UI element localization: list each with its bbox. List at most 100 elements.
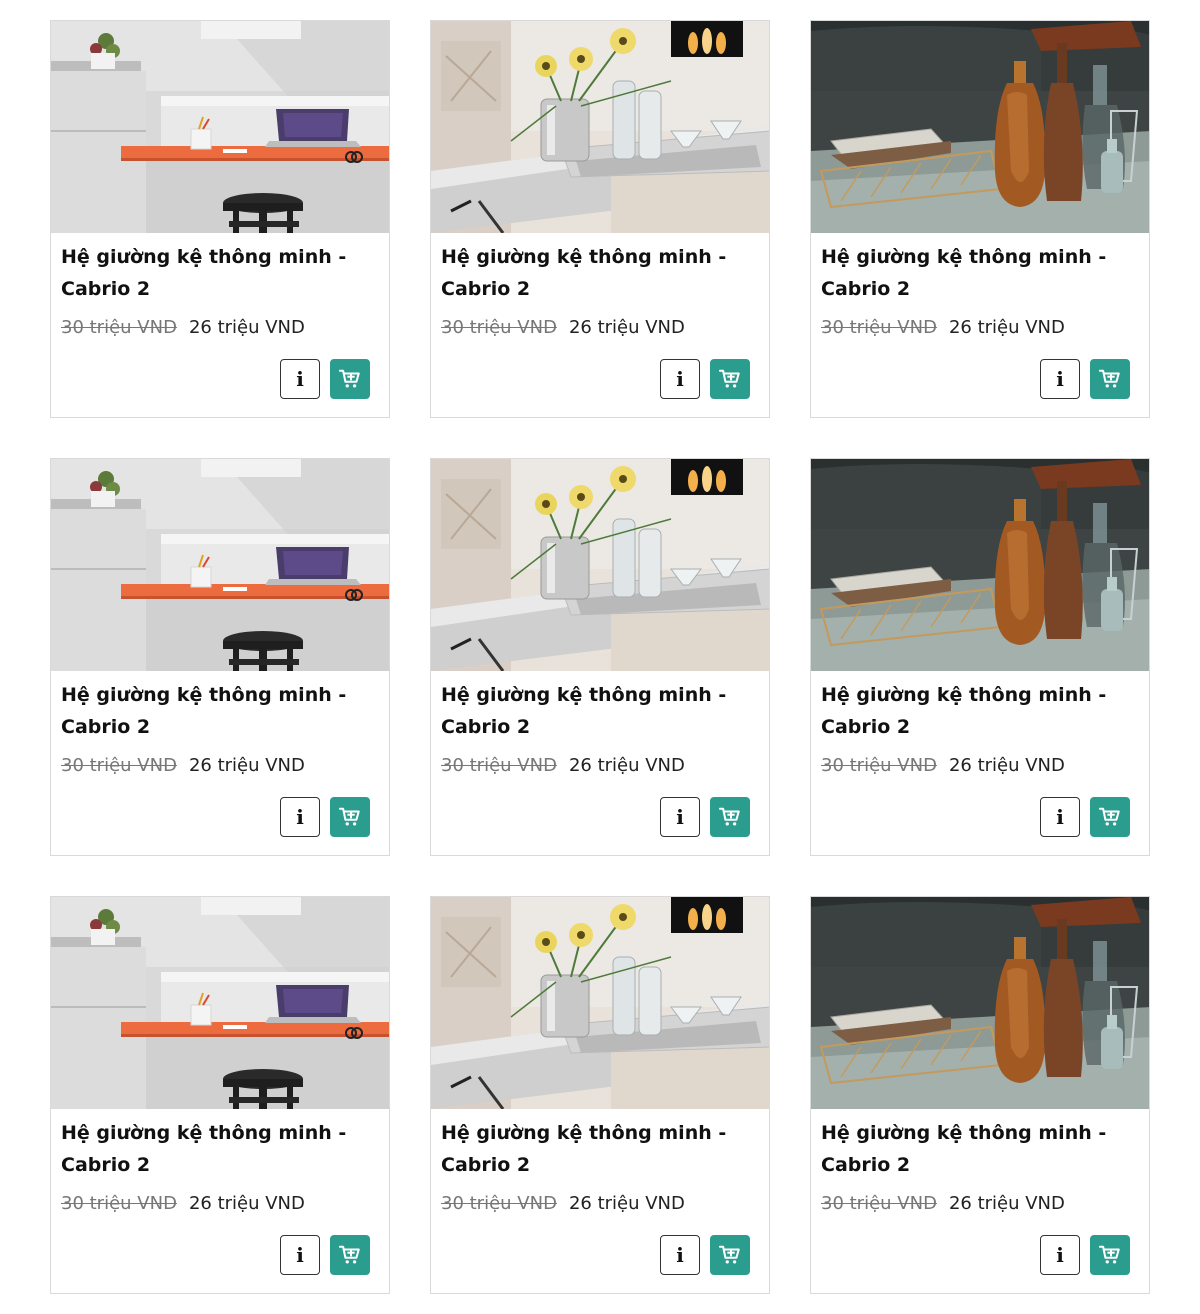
info-icon: i — [1056, 805, 1064, 829]
product-image — [431, 897, 769, 1109]
new-price: 26 triệu VND — [948, 1193, 1065, 1214]
product-title[interactable]: Hệ giường kệ thông minh - Cabrio 2 — [821, 241, 1121, 305]
product-image-frame[interactable] — [431, 21, 769, 233]
info-icon: i — [676, 367, 684, 391]
add-to-cart-icon — [339, 807, 360, 826]
add-to-cart-icon — [719, 369, 740, 388]
price-row: 30 triệu VND 26 triệu VND — [441, 752, 761, 780]
product-card[interactable]: Hệ giường kệ thông minh - Cabrio 2 30 tr… — [430, 896, 770, 1294]
product-image-frame[interactable] — [51, 897, 389, 1109]
product-image — [811, 897, 1149, 1109]
old-price: 30 triệu VND — [821, 317, 937, 338]
product-title[interactable]: Hệ giường kệ thông minh - Cabrio 2 — [61, 1117, 361, 1181]
info-icon: i — [296, 367, 304, 391]
info-icon: i — [1056, 1243, 1064, 1267]
price-row: 30 triệu VND 26 triệu VND — [441, 1190, 761, 1218]
product-image — [811, 21, 1149, 233]
old-price: 30 triệu VND — [441, 1193, 557, 1214]
product-image — [51, 21, 389, 233]
product-image-frame[interactable] — [811, 459, 1149, 671]
add-to-cart-icon — [1099, 369, 1120, 388]
price-row: 30 triệu VND 26 triệu VND — [61, 1190, 381, 1218]
product-title[interactable]: Hệ giường kệ thông minh - Cabrio 2 — [441, 241, 741, 305]
old-price: 30 triệu VND — [61, 755, 177, 776]
info-icon: i — [296, 1243, 304, 1267]
add-to-cart-button[interactable] — [1090, 359, 1130, 399]
product-card[interactable]: Hệ giường kệ thông minh - Cabrio 2 30 tr… — [810, 458, 1150, 856]
product-grid: Hệ giường kệ thông minh - Cabrio 2 30 tr… — [50, 20, 1150, 1294]
price-row: 30 triệu VND 26 triệu VND — [61, 752, 381, 780]
product-title[interactable]: Hệ giường kệ thông minh - Cabrio 2 — [61, 679, 361, 743]
product-title[interactable]: Hệ giường kệ thông minh - Cabrio 2 — [441, 1117, 741, 1181]
product-title[interactable]: Hệ giường kệ thông minh - Cabrio 2 — [61, 241, 361, 305]
new-price: 26 triệu VND — [188, 317, 305, 338]
product-card[interactable]: Hệ giường kệ thông minh - Cabrio 2 30 tr… — [810, 896, 1150, 1294]
product-title[interactable]: Hệ giường kệ thông minh - Cabrio 2 — [821, 679, 1121, 743]
product-image — [431, 21, 769, 233]
price-row: 30 triệu VND 26 triệu VND — [61, 314, 381, 342]
add-to-cart-button[interactable] — [1090, 1235, 1130, 1275]
new-price: 26 triệu VND — [948, 317, 1065, 338]
add-to-cart-button[interactable] — [330, 797, 370, 837]
old-price: 30 triệu VND — [441, 317, 557, 338]
new-price: 26 triệu VND — [188, 1193, 305, 1214]
product-image-frame[interactable] — [431, 897, 769, 1109]
info-button[interactable]: i — [660, 359, 700, 399]
add-to-cart-button[interactable] — [710, 1235, 750, 1275]
new-price: 26 triệu VND — [188, 755, 305, 776]
add-to-cart-icon — [339, 369, 360, 388]
new-price: 26 triệu VND — [948, 755, 1065, 776]
product-image — [811, 459, 1149, 671]
price-row: 30 triệu VND 26 triệu VND — [821, 752, 1141, 780]
product-image-frame[interactable] — [51, 459, 389, 671]
old-price: 30 triệu VND — [821, 755, 937, 776]
info-button[interactable]: i — [280, 797, 320, 837]
info-button[interactable]: i — [1040, 797, 1080, 837]
price-row: 30 triệu VND 26 triệu VND — [821, 1190, 1141, 1218]
new-price: 26 triệu VND — [568, 317, 685, 338]
add-to-cart-icon — [719, 1245, 740, 1264]
product-card[interactable]: Hệ giường kệ thông minh - Cabrio 2 30 tr… — [810, 20, 1150, 418]
product-title[interactable]: Hệ giường kệ thông minh - Cabrio 2 — [821, 1117, 1121, 1181]
product-image-frame[interactable] — [811, 21, 1149, 233]
product-image-frame[interactable] — [51, 21, 389, 233]
info-button[interactable]: i — [660, 797, 700, 837]
product-card[interactable]: Hệ giường kệ thông minh - Cabrio 2 30 tr… — [430, 20, 770, 418]
info-button[interactable]: i — [1040, 1235, 1080, 1275]
old-price: 30 triệu VND — [441, 755, 557, 776]
add-to-cart-icon — [1099, 807, 1120, 826]
info-icon: i — [1056, 367, 1064, 391]
product-image — [51, 897, 389, 1109]
info-icon: i — [296, 805, 304, 829]
old-price: 30 triệu VND — [821, 1193, 937, 1214]
info-button[interactable]: i — [280, 359, 320, 399]
product-image-frame[interactable] — [431, 459, 769, 671]
new-price: 26 triệu VND — [568, 755, 685, 776]
info-icon: i — [676, 1243, 684, 1267]
info-button[interactable]: i — [660, 1235, 700, 1275]
price-row: 30 triệu VND 26 triệu VND — [821, 314, 1141, 342]
info-button[interactable]: i — [280, 1235, 320, 1275]
info-icon: i — [676, 805, 684, 829]
old-price: 30 triệu VND — [61, 317, 177, 338]
add-to-cart-icon — [339, 1245, 360, 1264]
product-image — [51, 459, 389, 671]
old-price: 30 triệu VND — [61, 1193, 177, 1214]
info-button[interactable]: i — [1040, 359, 1080, 399]
product-card[interactable]: Hệ giường kệ thông minh - Cabrio 2 30 tr… — [430, 458, 770, 856]
product-title[interactable]: Hệ giường kệ thông minh - Cabrio 2 — [441, 679, 741, 743]
product-image-frame[interactable] — [811, 897, 1149, 1109]
product-image — [431, 459, 769, 671]
add-to-cart-button[interactable] — [330, 1235, 370, 1275]
add-to-cart-icon — [1099, 1245, 1120, 1264]
add-to-cart-button[interactable] — [330, 359, 370, 399]
add-to-cart-button[interactable] — [1090, 797, 1130, 837]
price-row: 30 triệu VND 26 triệu VND — [441, 314, 761, 342]
add-to-cart-icon — [719, 807, 740, 826]
product-card[interactable]: Hệ giường kệ thông minh - Cabrio 2 30 tr… — [50, 20, 390, 418]
new-price: 26 triệu VND — [568, 1193, 685, 1214]
product-card[interactable]: Hệ giường kệ thông minh - Cabrio 2 30 tr… — [50, 458, 390, 856]
product-card[interactable]: Hệ giường kệ thông minh - Cabrio 2 30 tr… — [50, 896, 390, 1294]
add-to-cart-button[interactable] — [710, 797, 750, 837]
add-to-cart-button[interactable] — [710, 359, 750, 399]
